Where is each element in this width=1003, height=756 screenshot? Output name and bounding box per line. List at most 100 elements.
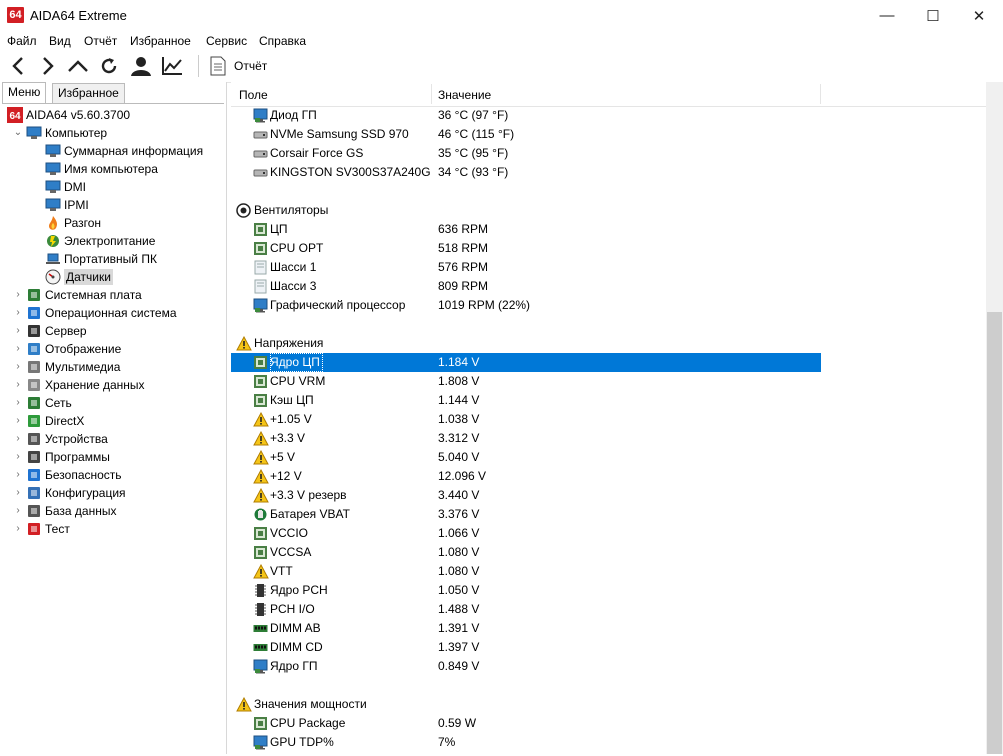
table-row[interactable]: Шасси 3 809 RPM: [231, 277, 821, 296]
refresh-button[interactable]: [96, 53, 122, 79]
tree-item-dmi[interactable]: DMI: [45, 178, 86, 196]
expand-arrow-icon[interactable]: ›: [13, 394, 23, 412]
maximize-button[interactable]: ☐: [910, 0, 956, 31]
expand-arrow-icon[interactable]: ›: [13, 376, 23, 394]
menu-view[interactable]: Вид: [49, 34, 71, 48]
table-row[interactable]: Ядро ГП 0.849 V: [231, 657, 821, 676]
column-divider[interactable]: [431, 84, 432, 104]
tree-item-network[interactable]: Сеть: [26, 394, 72, 412]
tree-item-configuration[interactable]: Конфигурация: [26, 484, 126, 502]
benchmark-button[interactable]: [159, 53, 185, 79]
tree-item-storage[interactable]: Хранение данных: [26, 376, 145, 394]
tree-item-security[interactable]: Безопасность: [26, 466, 122, 484]
battery-icon: [253, 507, 268, 522]
expand-arrow-icon[interactable]: ›: [13, 448, 23, 466]
tree-item-display[interactable]: Отображение: [26, 340, 121, 358]
user-button[interactable]: [128, 53, 154, 79]
tree-item-sensors[interactable]: Датчики: [45, 268, 113, 286]
expand-arrow-icon[interactable]: ›: [13, 466, 23, 484]
field-cell: VCCIO: [270, 526, 309, 540]
expand-arrow-icon[interactable]: ›: [13, 358, 23, 376]
minimize-button[interactable]: —: [864, 0, 910, 31]
collapse-arrow-icon[interactable]: ⌄: [13, 124, 23, 142]
table-row[interactable]: CPU VRM 1.808 V: [231, 372, 821, 391]
menu-report[interactable]: Отчёт: [84, 34, 117, 48]
forward-button[interactable]: [35, 53, 61, 79]
table-row[interactable]: PCH I/O 1.488 V: [231, 600, 821, 619]
expand-arrow-icon[interactable]: ›: [13, 322, 23, 340]
table-row[interactable]: +12 V 12.096 V: [231, 467, 821, 486]
expand-arrow-icon[interactable]: ›: [13, 430, 23, 448]
table-row[interactable]: VCCIO 1.066 V: [231, 524, 821, 543]
table-row[interactable]: +1.05 V 1.038 V: [231, 410, 821, 429]
table-row[interactable]: +3.3 V 3.312 V: [231, 429, 821, 448]
tree-item-devices[interactable]: Устройства: [26, 430, 108, 448]
menu-file[interactable]: Файл: [7, 34, 37, 48]
expand-arrow-icon[interactable]: ›: [13, 502, 23, 520]
table-row[interactable]: GPU TDP% 7%: [231, 733, 821, 752]
column-header-field[interactable]: Поле: [239, 88, 268, 102]
table-row[interactable]: VTT 1.080 V: [231, 562, 821, 581]
scrollbar-thumb[interactable]: [987, 312, 1002, 754]
tree-item-overclock[interactable]: Разгон: [45, 214, 101, 232]
tab-favorites[interactable]: Избранное: [52, 83, 125, 103]
table-row[interactable]: Corsair Force GS 35 °C (95 °F): [231, 144, 821, 163]
tree-item-server[interactable]: Сервер: [26, 322, 87, 340]
expand-arrow-icon[interactable]: ›: [13, 484, 23, 502]
table-row[interactable]: Диод ГП 36 °C (97 °F): [231, 106, 821, 125]
back-button[interactable]: [5, 53, 31, 79]
table-row[interactable]: +3.3 V резерв 3.440 V: [231, 486, 821, 505]
column-divider[interactable]: [820, 84, 821, 104]
menu-help[interactable]: Справка: [259, 34, 306, 48]
expand-arrow-icon[interactable]: ›: [13, 304, 23, 322]
expand-arrow-icon[interactable]: ›: [13, 412, 23, 430]
tab-menu[interactable]: Меню: [2, 82, 47, 103]
table-row[interactable]: DIMM CD 1.397 V: [231, 638, 821, 657]
tree-item-test[interactable]: Тест: [26, 520, 70, 538]
expand-arrow-icon[interactable]: ›: [13, 286, 23, 304]
report-label[interactable]: Отчёт: [234, 59, 267, 73]
column-header-value[interactable]: Значение: [438, 88, 491, 102]
tree-item-root[interactable]: 64 AIDA64 v5.60.3700: [7, 106, 130, 124]
tree-item-power[interactable]: Электропитание: [45, 232, 155, 250]
table-row[interactable]: Ядро ЦП 1.184 V: [231, 353, 821, 372]
up-button[interactable]: [65, 53, 91, 79]
tree-item-label: AIDA64 v5.60.3700: [26, 108, 131, 122]
tree-item-ipmi[interactable]: IPMI: [45, 196, 89, 214]
tree-item-portable[interactable]: Портативный ПК: [45, 250, 157, 268]
table-row[interactable]: NVMe Samsung SSD 970 46 °C (115 °F): [231, 125, 821, 144]
tree-item-summary[interactable]: Суммарная информация: [45, 142, 203, 160]
vertical-scrollbar[interactable]: [986, 82, 1003, 754]
menu-favorites[interactable]: Избранное: [130, 34, 191, 48]
menu-service[interactable]: Сервис: [206, 34, 247, 48]
table-row[interactable]: Батарея VBAT 3.376 V: [231, 505, 821, 524]
tree-item-computer[interactable]: Компьютер: [26, 124, 107, 142]
table-row[interactable]: +5 V 5.040 V: [231, 448, 821, 467]
tree-item-directx[interactable]: DirectX: [26, 412, 84, 430]
table-row[interactable]: ЦП 636 RPM: [231, 220, 821, 239]
tree-item-multimedia[interactable]: Мультимедиа: [26, 358, 120, 376]
table-row[interactable]: VCCSA 1.080 V: [231, 543, 821, 562]
table-row[interactable]: DIMM AB 1.391 V: [231, 619, 821, 638]
close-button[interactable]: ✕: [956, 0, 1002, 31]
tree-item-label: Устройства: [45, 432, 108, 446]
group-row[interactable]: Значения мощности: [231, 695, 821, 714]
tree-item-programs[interactable]: Программы: [26, 448, 110, 466]
table-row[interactable]: Кэш ЦП 1.144 V: [231, 391, 821, 410]
expand-arrow-icon[interactable]: ›: [13, 520, 23, 538]
table-row[interactable]: Графический процессор 1019 RPM (22%): [231, 296, 821, 315]
monitor-icon: [26, 341, 42, 357]
table-row[interactable]: Ядро PCH 1.050 V: [231, 581, 821, 600]
tree-item-motherboard[interactable]: Системная плата: [26, 286, 142, 304]
table-row[interactable]: Шасси 1 576 RPM: [231, 258, 821, 277]
group-row[interactable]: Напряжения: [231, 334, 821, 353]
tree-item-os[interactable]: Операционная система: [26, 304, 177, 322]
tree-item-computer-name[interactable]: Имя компьютера: [45, 160, 158, 178]
tree-item-database[interactable]: База данных: [26, 502, 116, 520]
group-row[interactable]: Вентиляторы: [231, 201, 821, 220]
table-row[interactable]: CPU OPT 518 RPM: [231, 239, 821, 258]
table-row[interactable]: KINGSTON SV300S37A240G 34 °C (93 °F): [231, 163, 821, 182]
report-button[interactable]: [205, 53, 231, 79]
table-row[interactable]: CPU Package 0.59 W: [231, 714, 821, 733]
expand-arrow-icon[interactable]: ›: [13, 340, 23, 358]
